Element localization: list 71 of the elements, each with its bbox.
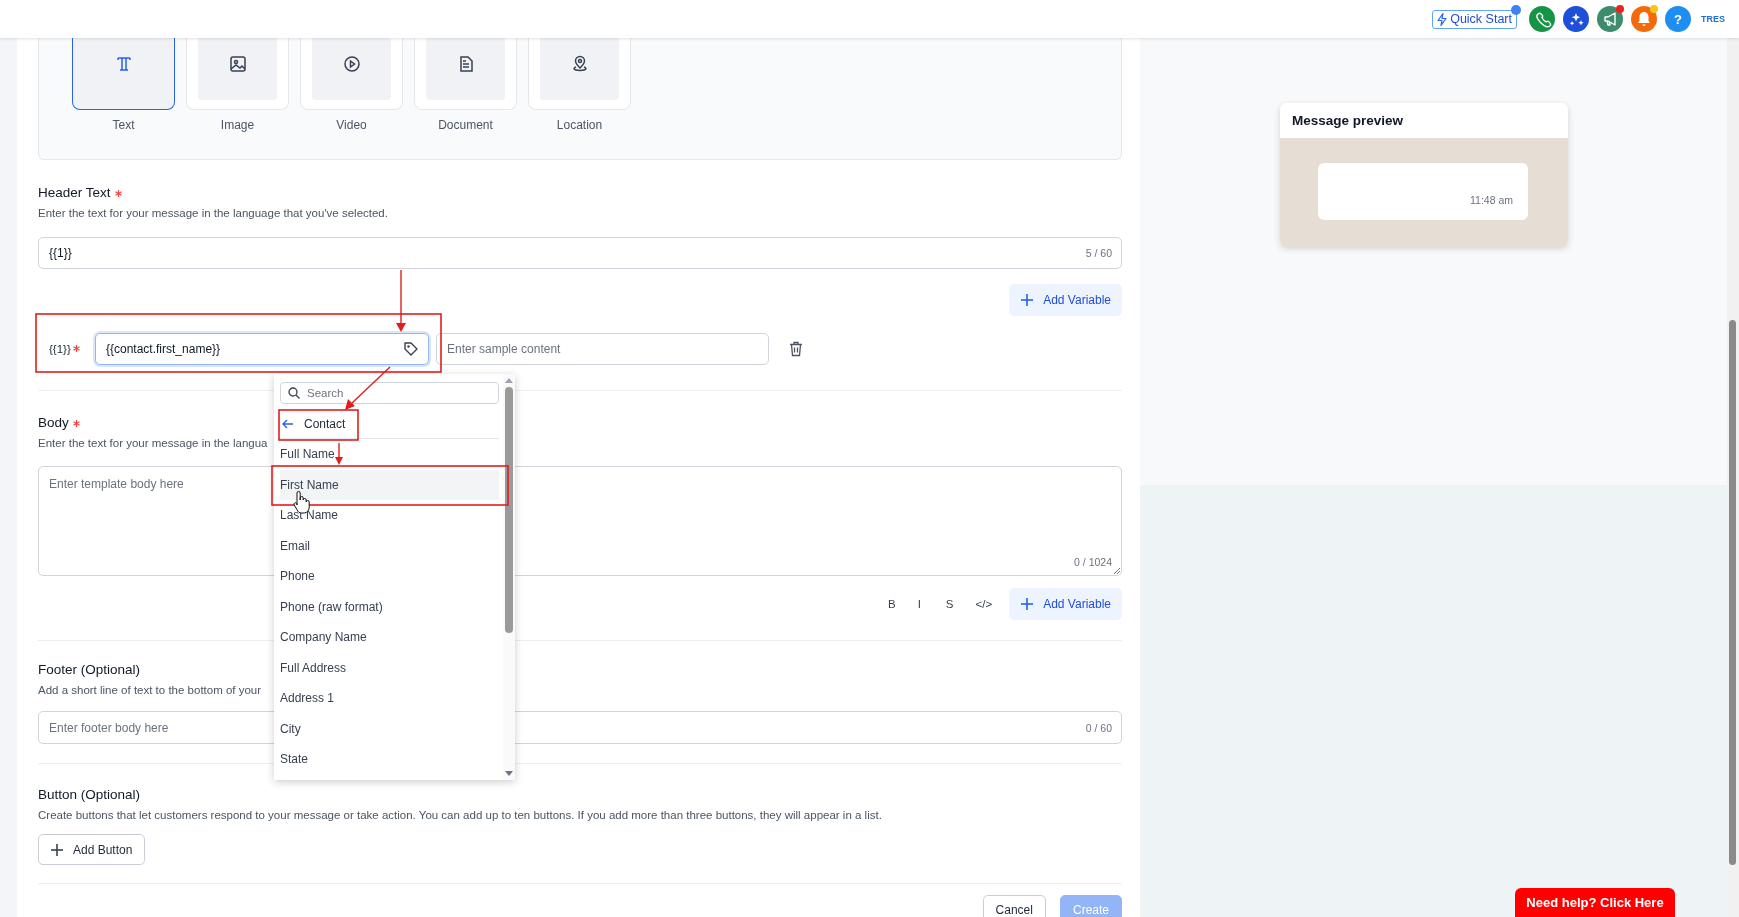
quick-start-button[interactable]: Quick Start [1432,9,1517,29]
menu-item[interactable]: Full Address [280,652,499,683]
scroll-up-icon [505,378,513,383]
sample-content-field[interactable]: Enter sample content [436,333,769,365]
format-button[interactable]: B [888,598,896,610]
character-counter: 0 / 1024 [1074,556,1112,568]
section-label: Header Text [38,185,111,200]
hint-text: Enter the text for your message in the language that you've selected. [38,207,388,219]
annotation-arrow [335,442,343,465]
search-icon [288,387,300,399]
phone-button[interactable] [1529,6,1555,32]
format-button[interactable]: S [945,598,954,610]
notification-dot [1511,5,1521,15]
card-title: Message preview [1291,112,1405,130]
variable-field[interactable]: {{contact.first_name}} [95,333,429,365]
add-button[interactable]: Add Button [38,834,146,865]
menu-item[interactable]: Phone (raw format) [280,591,499,622]
resize-grip-icon [1113,567,1121,575]
image-icon [228,55,247,73]
back-to-group-button[interactable]: Contact [280,409,499,439]
tag-icon [403,341,419,357]
location-pin-icon [570,55,589,73]
notification-dot [1650,5,1658,13]
character-counter: 0 / 60 [1085,721,1112,734]
megaphone-button[interactable] [1597,6,1623,32]
menu-item[interactable]: Last Name [280,500,499,531]
lightning-icon [1437,12,1448,26]
sparkle-button[interactable] [1563,6,1589,32]
add-variable-button[interactable]: Add Variable [1009,284,1122,316]
add-variable-button[interactable]: Add Variable [1009,588,1122,620]
scroll-down-icon [505,771,513,776]
plus-icon [1021,294,1034,306]
format-button[interactable]: I [917,598,921,610]
play-icon [342,55,361,73]
help-button[interactable]: Need help? Click Here [1515,888,1675,917]
search-field[interactable]: Search [280,382,499,404]
media-type-label: Image [220,118,255,132]
message-time: 11:48 am [1470,194,1513,206]
media-type-label: Video [336,118,367,132]
hint-text: Create buttons that let customers respond to your message or take action. You can add up to ten buttons. If you add more than three buttons, they will appear in a list. [38,809,882,821]
menu-item[interactable]: State [280,744,499,775]
variable-label: {{1}} [49,343,71,355]
menu-item[interactable]: Address 1 [280,683,499,714]
user-initials[interactable]: TRES [1701,14,1725,24]
annotation-arrow [396,269,406,332]
menu-item[interactable]: Company Name [280,622,499,653]
media-type-label: Text [112,118,135,132]
hint-text: Add a short line of text to the bottom of your [38,684,262,696]
bell-button[interactable] [1631,6,1657,32]
text-type-icon [114,55,133,73]
menu-item[interactable]: City [280,713,499,744]
format-button[interactable]: </> [975,598,993,610]
scrollbar[interactable] [1727,38,1739,917]
back-arrow-icon [282,418,294,429]
hint-text: Enter the text for your message in the langua [38,437,268,449]
character-counter: 5 / 60 [1085,247,1112,259]
section-label: Button (Optional) [38,787,141,802]
scrollbar[interactable] [503,374,515,780]
plus-icon [51,843,63,856]
media-type-label: Document [438,118,493,132]
trash-icon [789,341,803,357]
notification-dot [1616,5,1624,13]
section-label: Body [38,415,69,430]
media-type-label: Location [556,118,603,132]
plus-icon [1021,598,1034,610]
section-label: Footer (Optional) [38,662,141,677]
annotation-arrow [345,366,391,410]
media-type-tile[interactable] [72,38,175,110]
menu-item[interactable]: Email [280,530,499,561]
cancel-button[interactable]: Cancel [982,895,1046,917]
menu-item[interactable]: First Name [280,469,499,500]
